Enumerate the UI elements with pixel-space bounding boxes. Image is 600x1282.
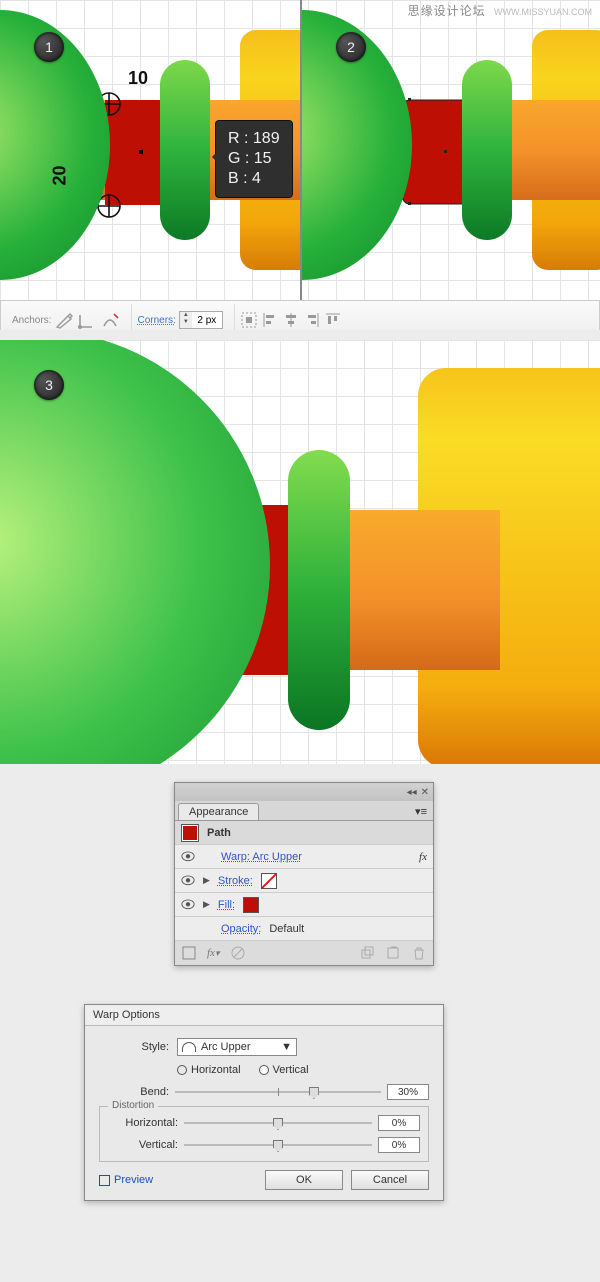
appearance-panel[interactable]: ◂◂ ✕ Appearance ▾≡ Path Warp: Arc Upper … <box>174 782 434 966</box>
opacity-row[interactable]: Opacity: Default <box>175 917 433 941</box>
fill-row[interactable]: ▶ Fill: <box>175 893 433 917</box>
preview-checkbox[interactable]: Preview <box>99 1174 153 1186</box>
style-label: Style: <box>99 1041 169 1053</box>
tab-appearance[interactable]: Appearance <box>178 803 259 820</box>
effect-row[interactable]: Warp: Arc Upper fx <box>175 845 433 869</box>
expand-icon[interactable]: ▶ <box>203 899 210 910</box>
panel-header[interactable]: ◂◂ ✕ <box>175 783 433 801</box>
radio-vertical[interactable]: Vertical <box>259 1064 309 1076</box>
ok-button[interactable]: OK <box>265 1170 343 1190</box>
dv-value[interactable]: 0% <box>378 1137 420 1153</box>
fill-label[interactable]: Fill: <box>218 899 235 911</box>
pen-convert-icon[interactable] <box>54 310 74 330</box>
clear-icon[interactable] <box>230 945 246 961</box>
new-art-icon[interactable] <box>181 945 197 961</box>
align-right-icon[interactable] <box>303 311 321 329</box>
expand-icon[interactable]: ▶ <box>203 875 210 886</box>
step-badge-1: 1 <box>34 32 64 62</box>
dh-label: Horizontal: <box>108 1117 178 1129</box>
stroke-label[interactable]: Stroke: <box>218 875 253 887</box>
fx-icon[interactable]: fx <box>419 851 427 863</box>
opacity-label[interactable]: Opacity: <box>221 923 261 935</box>
align-top-icon[interactable] <box>324 311 342 329</box>
control-toolbar: Anchors: Corners: ▲▼ <box>0 300 600 330</box>
bounds-icon[interactable] <box>240 311 258 329</box>
rgb-r: R : 189 <box>228 129 280 149</box>
appearance-title-row: Path <box>175 821 433 845</box>
distortion-group: Distortion Horizontal: 0% Vertical: 0% <box>99 1106 429 1162</box>
panel-menu-icon[interactable]: ▾≡ <box>409 803 433 820</box>
green-ring-icon <box>160 60 210 240</box>
fill-swatch[interactable] <box>243 897 259 913</box>
dv-slider[interactable] <box>184 1138 372 1152</box>
dh-slider[interactable] <box>184 1116 372 1130</box>
collapse-icon[interactable]: ◂◂ <box>407 787 417 798</box>
arc-upper-icon <box>182 1042 196 1052</box>
anchors-label: Anchors: <box>12 315 51 326</box>
panels-area: ◂◂ ✕ Appearance ▾≡ Path Warp: Arc Upper … <box>0 764 600 1274</box>
new-icon[interactable] <box>385 945 401 961</box>
dv-label: Vertical: <box>108 1139 178 1151</box>
dimension-h: 20 <box>50 165 71 185</box>
corners-group: Corners: ▲▼ <box>131 304 227 330</box>
rgb-tooltip: R : 189 G : 15 B : 4 <box>215 120 293 198</box>
duplicate-icon[interactable] <box>359 945 375 961</box>
stroke-none-swatch[interactable] <box>261 873 277 889</box>
visibility-icon[interactable] <box>181 899 195 910</box>
rgb-g: G : 15 <box>228 149 280 169</box>
appearance-title: Path <box>207 827 231 839</box>
watermark-sub: WWW.MISSYUAN.COM <box>494 7 592 17</box>
center-point-icon <box>139 150 143 154</box>
step-1-pane: 10 20 1 R : 189 G : 15 B : 4 <box>0 0 300 300</box>
path-swatch-icon[interactable] <box>181 824 199 842</box>
rgb-b: B : 4 <box>228 169 280 189</box>
chevron-down-icon: ▼ <box>281 1041 292 1053</box>
close-icon[interactable]: ✕ <box>421 787 429 798</box>
dh-value[interactable]: 0% <box>378 1115 420 1131</box>
panel-tabs: Appearance ▾≡ <box>175 801 433 821</box>
watermark: 思缘设计论坛 WWW.MISSYUAN.COM <box>408 2 592 19</box>
step-badge-3: 3 <box>34 370 64 400</box>
green-bulb-icon <box>0 340 270 764</box>
bend-value[interactable]: 30% <box>387 1084 429 1100</box>
bend-slider[interactable] <box>175 1085 381 1099</box>
corners-input[interactable] <box>192 312 222 328</box>
trash-icon[interactable] <box>411 945 427 961</box>
stroke-row[interactable]: ▶ Stroke: <box>175 869 433 893</box>
effect-link[interactable]: Warp: Arc Upper <box>221 851 302 863</box>
step-3-canvas: 3 <box>0 340 600 764</box>
align-center-icon[interactable] <box>282 311 300 329</box>
add-fx-icon[interactable]: fx▾ <box>207 947 220 959</box>
warp-title: Warp Options <box>85 1005 443 1026</box>
opacity-value: Default <box>269 923 304 935</box>
dimension-w: 10 <box>128 68 148 89</box>
green-ring-icon <box>288 450 350 730</box>
align-left-icon[interactable] <box>261 311 279 329</box>
visibility-icon[interactable] <box>181 851 195 862</box>
visibility-icon[interactable] <box>181 875 195 886</box>
green-ring-icon <box>462 60 512 240</box>
step-2-pane: 2 <box>300 0 600 300</box>
corners-label[interactable]: Corners: <box>137 315 175 326</box>
radio-horizontal[interactable]: Horizontal <box>177 1064 241 1076</box>
watermark-main: 思缘设计论坛 <box>408 4 486 18</box>
warp-options-dialog[interactable]: Warp Options Style: Arc Upper ▼ Horizont… <box>84 1004 444 1201</box>
distortion-legend: Distortion <box>108 1100 158 1111</box>
panel-footer: fx▾ <box>175 941 433 965</box>
cancel-button[interactable]: Cancel <box>351 1170 429 1190</box>
step-1-2-canvas: 10 20 1 R : 189 G : 15 B : 4 2 Anchors: … <box>0 0 600 330</box>
anchors-group: Anchors: <box>7 304 125 330</box>
bend-label: Bend: <box>99 1086 169 1098</box>
style-value: Arc Upper <box>201 1041 251 1053</box>
step-badge-2: 2 <box>336 32 366 62</box>
stepper-arrows-icon[interactable]: ▲▼ <box>180 312 192 328</box>
style-select[interactable]: Arc Upper ▼ <box>177 1038 297 1056</box>
anchor-corner-icon[interactable] <box>77 310 97 330</box>
anchor-cut-icon[interactable] <box>100 310 120 330</box>
corners-stepper[interactable]: ▲▼ <box>179 311 223 329</box>
align-group <box>234 304 347 330</box>
